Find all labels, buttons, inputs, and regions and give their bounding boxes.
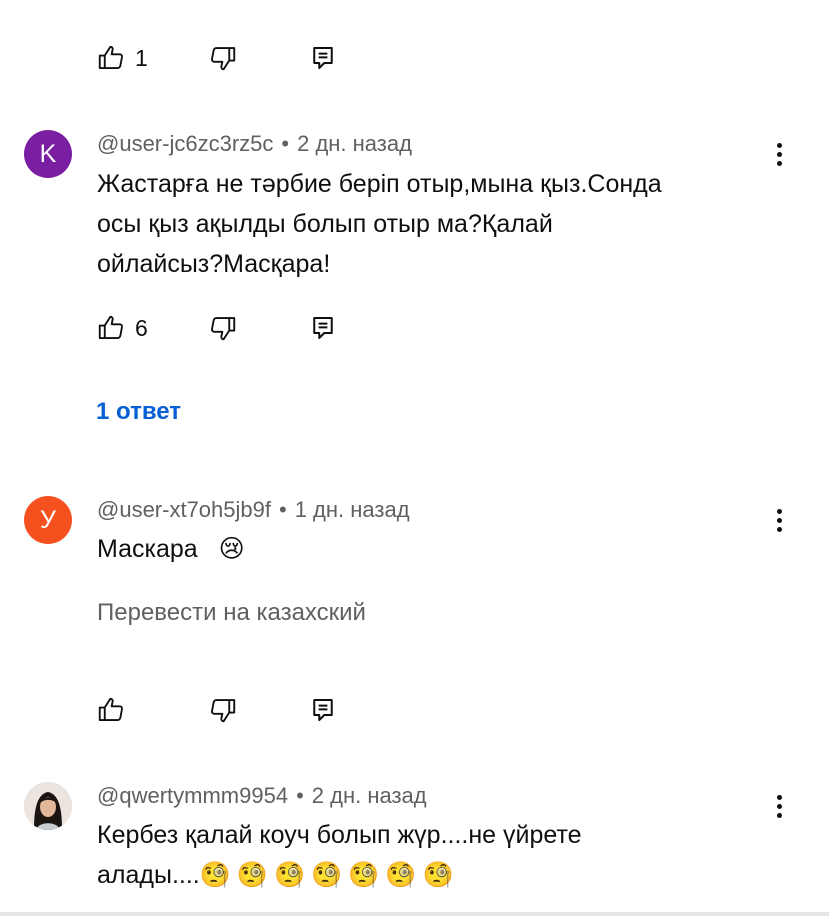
- bottom-divider: [0, 912, 829, 916]
- comment-time[interactable]: 2 дн. назад: [297, 131, 412, 156]
- more-options-button[interactable]: [768, 793, 792, 827]
- avatar[interactable]: K: [24, 130, 72, 178]
- dislike-button[interactable]: [208, 690, 238, 730]
- thumbs-up-icon: [96, 313, 126, 343]
- reply-button[interactable]: [308, 308, 338, 348]
- thumbs-up-icon: [96, 695, 126, 725]
- more-options-button[interactable]: [768, 141, 792, 175]
- avatar-letter: У: [40, 505, 56, 534]
- comment-reply-icon: [308, 43, 338, 73]
- comment-time[interactable]: 1 дн. назад: [295, 497, 410, 522]
- monocle-face-emojis: 🧐🧐🧐🧐🧐🧐🧐: [199, 860, 460, 889]
- user-photo-avatar[interactable]: [24, 782, 72, 830]
- comment-author[interactable]: @qwertymmm9954: [97, 783, 288, 808]
- comment-text-line: ойлайсыз?Масқара!: [97, 250, 331, 278]
- comment-text-content: Маскара: [97, 535, 198, 563]
- translate-button[interactable]: Перевести на казахский: [97, 599, 366, 627]
- separator-dot: •: [281, 131, 290, 156]
- comment-actions: [96, 690, 356, 730]
- user-photo-icon: [24, 782, 72, 830]
- dislike-button[interactable]: [208, 308, 238, 348]
- comment-text-line: осы қыз ақылды болып отыр ма?Қалай: [97, 210, 553, 238]
- comment-text-line: алады....: [97, 861, 200, 889]
- reply-button[interactable]: [308, 38, 338, 78]
- thumbs-down-icon: [208, 313, 238, 343]
- separator-dot: •: [296, 783, 304, 808]
- view-replies-button[interactable]: 1 ответ: [96, 398, 181, 426]
- crying-face-emoji: 😢: [218, 534, 245, 563]
- comment-actions: 1: [96, 38, 356, 78]
- separator-dot: •: [278, 497, 287, 522]
- like-count: 6: [135, 314, 148, 341]
- comment-meta: @user-jc6zc3rz5c • 2 дн. назад: [97, 131, 412, 157]
- like-button[interactable]: 6: [96, 308, 148, 348]
- comment-actions: 6: [96, 308, 356, 348]
- more-options-button[interactable]: [768, 507, 792, 541]
- like-button[interactable]: 1: [96, 38, 148, 78]
- comment-text: Жастарға не тәрбие беріп отыр,мына қыз.С…: [97, 164, 662, 284]
- comment-text-line: Жастарға не тәрбие беріп отыр,мына қыз.С…: [97, 170, 662, 198]
- like-button[interactable]: [96, 690, 135, 730]
- comment-meta: @user-xt7oh5jb9f • 1 дн. назад: [97, 497, 410, 523]
- avatar[interactable]: У: [24, 496, 72, 544]
- thumbs-up-icon: [96, 43, 126, 73]
- comment-meta: @qwertymmm9954 • 2 дн. назад: [97, 783, 427, 809]
- like-count: 1: [135, 44, 148, 71]
- comment-author[interactable]: @user-xt7oh5jb9f: [97, 497, 271, 522]
- comment-text: Кербез қалай коуч болып жүр....не үйрете…: [97, 815, 582, 895]
- avatar-letter: K: [39, 139, 57, 168]
- thumbs-down-icon: [208, 43, 238, 73]
- comment-text: Маскара 😢: [97, 529, 245, 569]
- thumbs-down-icon: [208, 695, 238, 725]
- comment-author[interactable]: @user-jc6zc3rz5c: [97, 131, 273, 156]
- comment-reply-icon: [308, 695, 338, 725]
- comment-text-line: Кербез қалай коуч болып жүр....не үйрете: [97, 821, 582, 849]
- dislike-button[interactable]: [208, 38, 238, 78]
- comment-reply-icon: [308, 313, 338, 343]
- comment-time[interactable]: 2 дн. назад: [312, 783, 427, 808]
- reply-button[interactable]: [308, 690, 338, 730]
